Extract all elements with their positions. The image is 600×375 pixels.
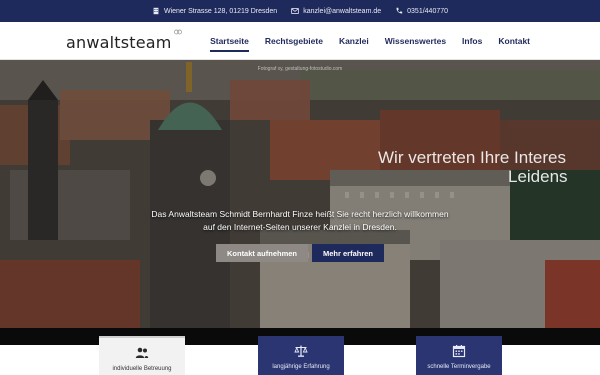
hero-section: Fotograf xy, gestaltung-fotostudio.com W… — [0, 60, 600, 328]
email-link[interactable]: kanzlei@anwaltsteam.de — [303, 8, 381, 15]
contact-button[interactable]: Kontakt aufnehmen — [216, 244, 308, 262]
phone-item[interactable]: 0351/440770 — [395, 7, 448, 15]
logo-mark-icon — [173, 29, 182, 35]
address-item: Wiener Strasse 128, 01219 Dresden — [152, 7, 277, 15]
claim-line-1: Wir vertreten Ihre Interes — [378, 148, 567, 167]
feature-card-betreuung[interactable]: individuelle Betreuung — [99, 336, 185, 375]
feature-label: langjährige Erfahrung — [272, 364, 330, 370]
nav-kanzlei[interactable]: Kanzlei — [339, 32, 369, 50]
nav-rechtsgebiete[interactable]: Rechtsgebiete — [265, 32, 323, 50]
address-text: Wiener Strasse 128, 01219 Dresden — [163, 7, 278, 15]
claim-line-2: Leidens — [508, 167, 568, 186]
logo-text: anwaltsteam — [66, 33, 172, 52]
dresden-city-photo — [0, 60, 600, 328]
phone-icon — [396, 7, 403, 14]
nav-wissenswertes[interactable]: Wissenswertes — [385, 32, 446, 50]
email-item[interactable]: kanzlei@anwaltsteam.de — [291, 7, 381, 15]
building-icon — [153, 7, 159, 15]
welcome-text: Das Anwaltsteam Schmidt Bernhardt Finze … — [0, 208, 600, 234]
contact-topbar: Wiener Strasse 128, 01219 Dresden kanzle… — [0, 0, 600, 22]
nav-kontakt[interactable]: Kontakt — [498, 32, 530, 50]
main-nav: Startseite Rechtsgebiete Kanzlei Wissens… — [210, 22, 530, 60]
nav-startseite[interactable]: Startseite — [210, 32, 249, 52]
feature-card-termin[interactable]: schnelle Terminvergabe — [416, 336, 502, 375]
feature-card-erfahrung[interactable]: langjährige Erfahrung — [258, 336, 344, 375]
calendar-icon — [452, 345, 466, 358]
site-header: anwaltsteam Startseite Rechtsgebiete Kan… — [0, 22, 600, 60]
welcome-line-1: Das Anwaltsteam Schmidt Bernhardt Finze … — [151, 209, 449, 219]
hero-claim: Wir vertreten Ihre Interes Leidens — [378, 148, 568, 186]
welcome-line-2: auf den Internet-Seiten unserer Kanzlei … — [203, 222, 397, 232]
phone-link[interactable]: 0351/440770 — [407, 8, 448, 15]
envelope-icon — [291, 8, 299, 14]
feature-label: individuelle Betreuung — [112, 366, 172, 372]
feature-label: schnelle Terminvergabe — [427, 364, 491, 370]
users-icon — [135, 347, 149, 358]
site-logo[interactable]: anwaltsteam — [66, 29, 182, 52]
learn-more-button[interactable]: Mehr erfahren — [312, 244, 384, 262]
nav-infos[interactable]: Infos — [462, 32, 482, 50]
scales-icon — [294, 345, 308, 357]
photo-credit: Fotograf xy, gestaltung-fotostudio.com — [257, 66, 343, 72]
